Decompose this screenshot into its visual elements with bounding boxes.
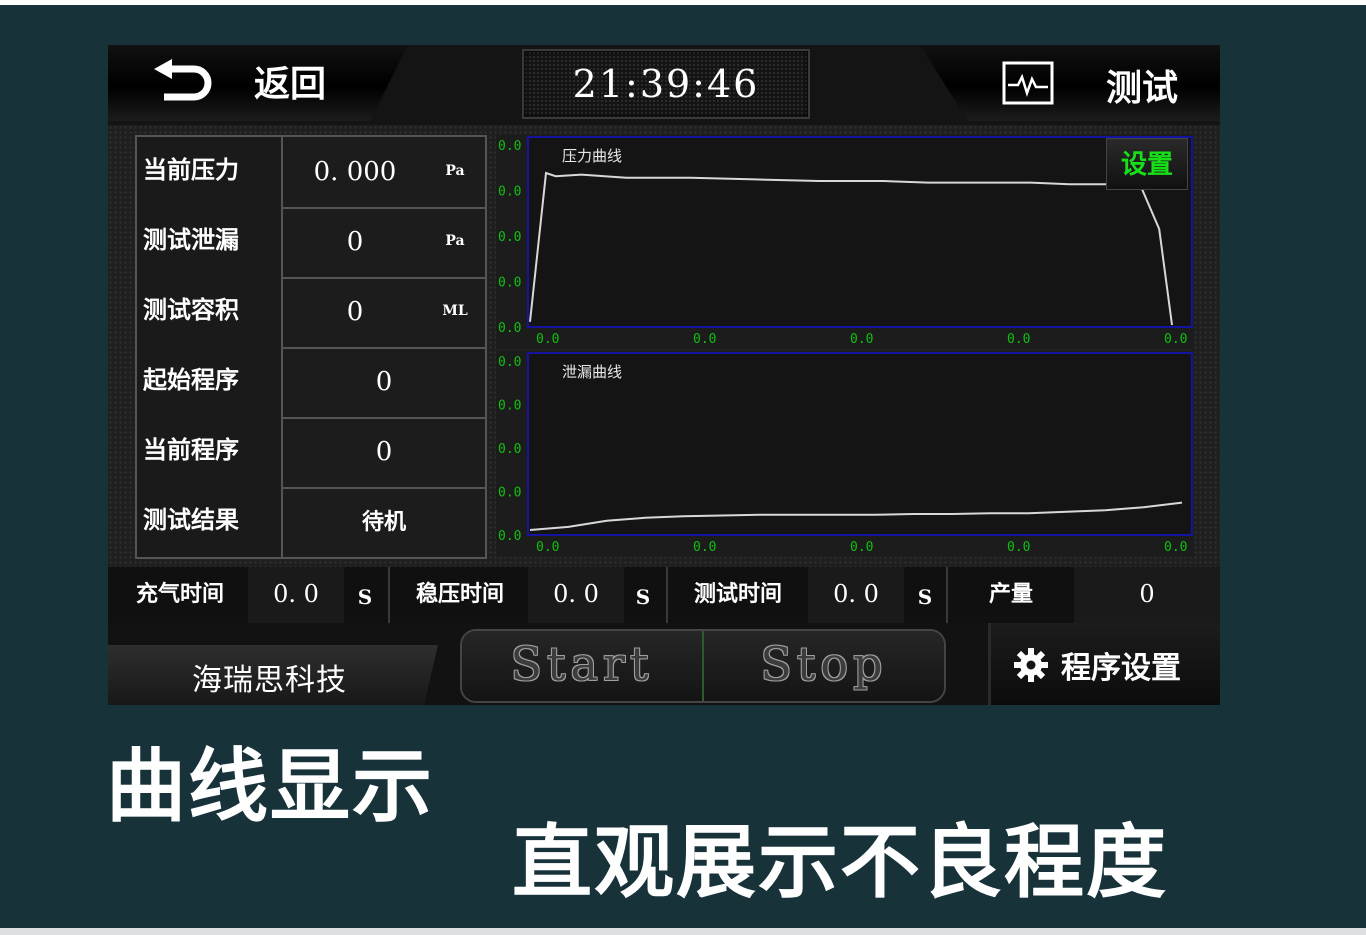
y-tick-label: 0.0 <box>498 442 521 457</box>
table-row-result: 测试结果 待机 <box>137 487 485 557</box>
table-row-current-program: 当前程序 0 <box>137 417 485 489</box>
stable-time-label: 稳压时间 <box>415 581 504 607</box>
divider <box>666 567 668 623</box>
table-row-value[interactable]: 0 <box>285 277 425 347</box>
leak-chart: 泄漏曲线 0.0 0.0 0.0 0.0 0.0 0.0 0.0 0.0 0.0 0.0 <box>496 351 1194 557</box>
top-border <box>0 0 1366 5</box>
y-tick-label: 0.0 <box>498 355 521 370</box>
device-screen: 返回 21:39:46 测试 当前压力 0. 000 Pa 测试泄漏 0 Pa … <box>108 45 1220 705</box>
caption-subheadline: 直观展示不良程度 <box>512 816 1168 909</box>
table-row-label: 当前压力 <box>137 137 283 207</box>
x-tick-label: 0.0 <box>1007 332 1030 347</box>
table-row-value[interactable]: 0 <box>285 417 483 487</box>
status-table: 当前压力 0. 000 Pa 测试泄漏 0 Pa 测试容积 0 ML 起始程序 … <box>135 135 487 559</box>
back-button[interactable]: 返回 <box>108 45 408 121</box>
gear-icon <box>1014 648 1048 682</box>
table-row-unit: Pa <box>445 163 465 179</box>
brand-name: 海瑞思科技 <box>192 663 347 698</box>
brand-plate: 海瑞思科技 <box>108 645 438 705</box>
table-row-label: 测试结果 <box>137 487 283 557</box>
table-row-pressure: 当前压力 0. 000 Pa <box>137 137 485 209</box>
table-row-unit: ML <box>442 303 468 319</box>
table-row-label: 测试容积 <box>137 277 283 347</box>
x-tick-label: 0.0 <box>850 540 873 555</box>
start-stop-group: Start Stop <box>460 629 946 703</box>
x-tick-label: 0.0 <box>693 332 716 347</box>
return-arrow-icon <box>154 59 212 101</box>
chart-svg: 泄漏曲线 0.0 0.0 0.0 0.0 0.0 0.0 0.0 0.0 0.0 0.0 <box>498 352 1193 555</box>
plot-area <box>527 136 1193 328</box>
chart-svg: 压力曲线 0.0 0.0 0.0 0.0 0.0 0.0 0.0 0.0 0.0 0.0 <box>498 136 1193 347</box>
test-time-label: 测试时间 <box>693 581 782 607</box>
bottom-border <box>0 928 1366 935</box>
table-row-start-program: 起始程序 0 <box>137 347 485 419</box>
clock-display: 21:39:46 <box>522 49 810 119</box>
stop-button[interactable]: Stop <box>704 631 944 701</box>
y-tick-label: 0.0 <box>498 486 521 501</box>
start-button[interactable]: Start <box>462 631 702 701</box>
divider <box>388 567 390 623</box>
program-settings-label: 程序设置 <box>1061 651 1181 686</box>
back-label: 返回 <box>254 63 327 105</box>
x-tick-label: 0.0 <box>850 332 873 347</box>
table-row-value[interactable]: 0 <box>285 207 425 277</box>
count-label: 产量 <box>988 581 1033 607</box>
x-tick-label: 0.0 <box>693 540 716 555</box>
caption-headline: 曲线显示 <box>106 740 434 833</box>
test-time-value[interactable]: 0. 0 <box>808 567 904 623</box>
y-tick-label: 0.0 <box>498 321 521 336</box>
x-tick-label: 0.0 <box>1164 332 1187 347</box>
plot-area <box>527 352 1193 536</box>
table-row-value[interactable]: 0. 000 <box>285 137 425 207</box>
top-bar: 返回 21:39:46 测试 <box>108 45 1220 125</box>
pressure-chart: 压力曲线 0.0 0.0 0.0 0.0 0.0 0.0 0.0 0.0 0.0 0.0 <box>496 135 1194 349</box>
y-tick-label: 0.0 <box>498 230 521 245</box>
count-value: 0 <box>1074 567 1220 623</box>
table-row-label: 当前程序 <box>137 417 283 487</box>
fill-time-unit: S <box>357 585 373 609</box>
fill-time-label: 充气时间 <box>135 581 224 607</box>
table-row-value[interactable]: 0 <box>285 347 483 417</box>
y-tick-label: 0.0 <box>498 399 521 414</box>
y-tick-label: 0.0 <box>498 276 521 291</box>
table-row-volume: 测试容积 0 ML <box>137 277 485 349</box>
table-row-leak: 测试泄漏 0 Pa <box>137 207 485 279</box>
chart-settings-button[interactable]: 设置 <box>1106 138 1188 190</box>
program-settings-button[interactable]: 程序设置 <box>988 623 1220 705</box>
chart-title: 压力曲线 <box>562 147 622 165</box>
fill-time-value[interactable]: 0. 0 <box>248 567 344 623</box>
x-tick-label: 0.0 <box>536 540 559 555</box>
y-tick-label: 0.0 <box>498 185 521 200</box>
waveform-icon <box>1002 61 1054 105</box>
y-tick-label: 0.0 <box>498 529 521 544</box>
result-status: 待机 <box>361 509 406 535</box>
x-tick-label: 0.0 <box>1007 540 1030 555</box>
chart-title: 泄漏曲线 <box>562 363 622 381</box>
stable-time-value[interactable]: 0. 0 <box>528 567 624 623</box>
x-tick-label: 0.0 <box>536 332 559 347</box>
table-row-unit: Pa <box>445 233 465 249</box>
footer-row: 海瑞思科技 Start Stop 程序设置 <box>108 623 1220 705</box>
table-row-label: 起始程序 <box>137 347 283 417</box>
stable-time-unit: S <box>635 585 651 609</box>
y-tick-label: 0.0 <box>498 139 521 154</box>
timing-row: 充气时间 0. 0 S 稳压时间 0. 0 S 测试时间 0. 0 S 产量 0 <box>108 567 1220 623</box>
divider <box>946 567 948 623</box>
test-label: 测试 <box>1106 67 1179 109</box>
test-time-unit: S <box>917 585 933 609</box>
x-tick-label: 0.0 <box>1164 540 1187 555</box>
test-button[interactable]: 测试 <box>920 45 1220 121</box>
table-row-label: 测试泄漏 <box>137 207 283 277</box>
